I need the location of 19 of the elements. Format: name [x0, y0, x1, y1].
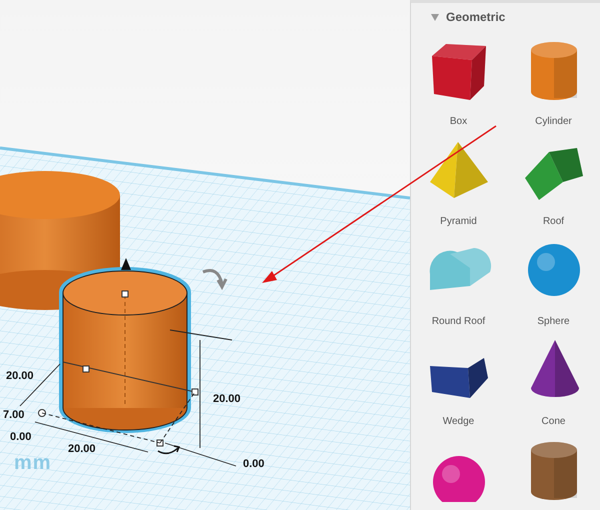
dimension-label[interactable]: 20.00: [68, 443, 96, 455]
dimension-label[interactable]: 7.00: [3, 409, 24, 421]
dimension-label[interactable]: 0.00: [10, 431, 32, 443]
shape-label: Cylinder: [535, 116, 572, 127]
section-title: Geometric: [446, 10, 506, 24]
shape-label: Pyramid: [440, 216, 477, 227]
move-up-arrow-icon[interactable]: [121, 258, 131, 270]
dimension-label[interactable]: 20.00: [6, 370, 34, 382]
shape-label: Wedge: [442, 416, 474, 427]
dimension-label[interactable]: 20.00: [213, 393, 241, 405]
dimension-label[interactable]: 0.00: [243, 458, 264, 470]
rotate-handle-icon[interactable]: [157, 445, 180, 454]
shape-label: Sphere: [537, 316, 570, 327]
shape-label: Box: [450, 116, 468, 127]
shape-label: Cone: [542, 416, 566, 427]
shape-label: Round Roof: [432, 316, 486, 327]
shape-label: Roof: [542, 216, 564, 227]
rotate-handle-icon[interactable]: [202, 269, 228, 288]
unit-label: mm: [14, 452, 52, 475]
